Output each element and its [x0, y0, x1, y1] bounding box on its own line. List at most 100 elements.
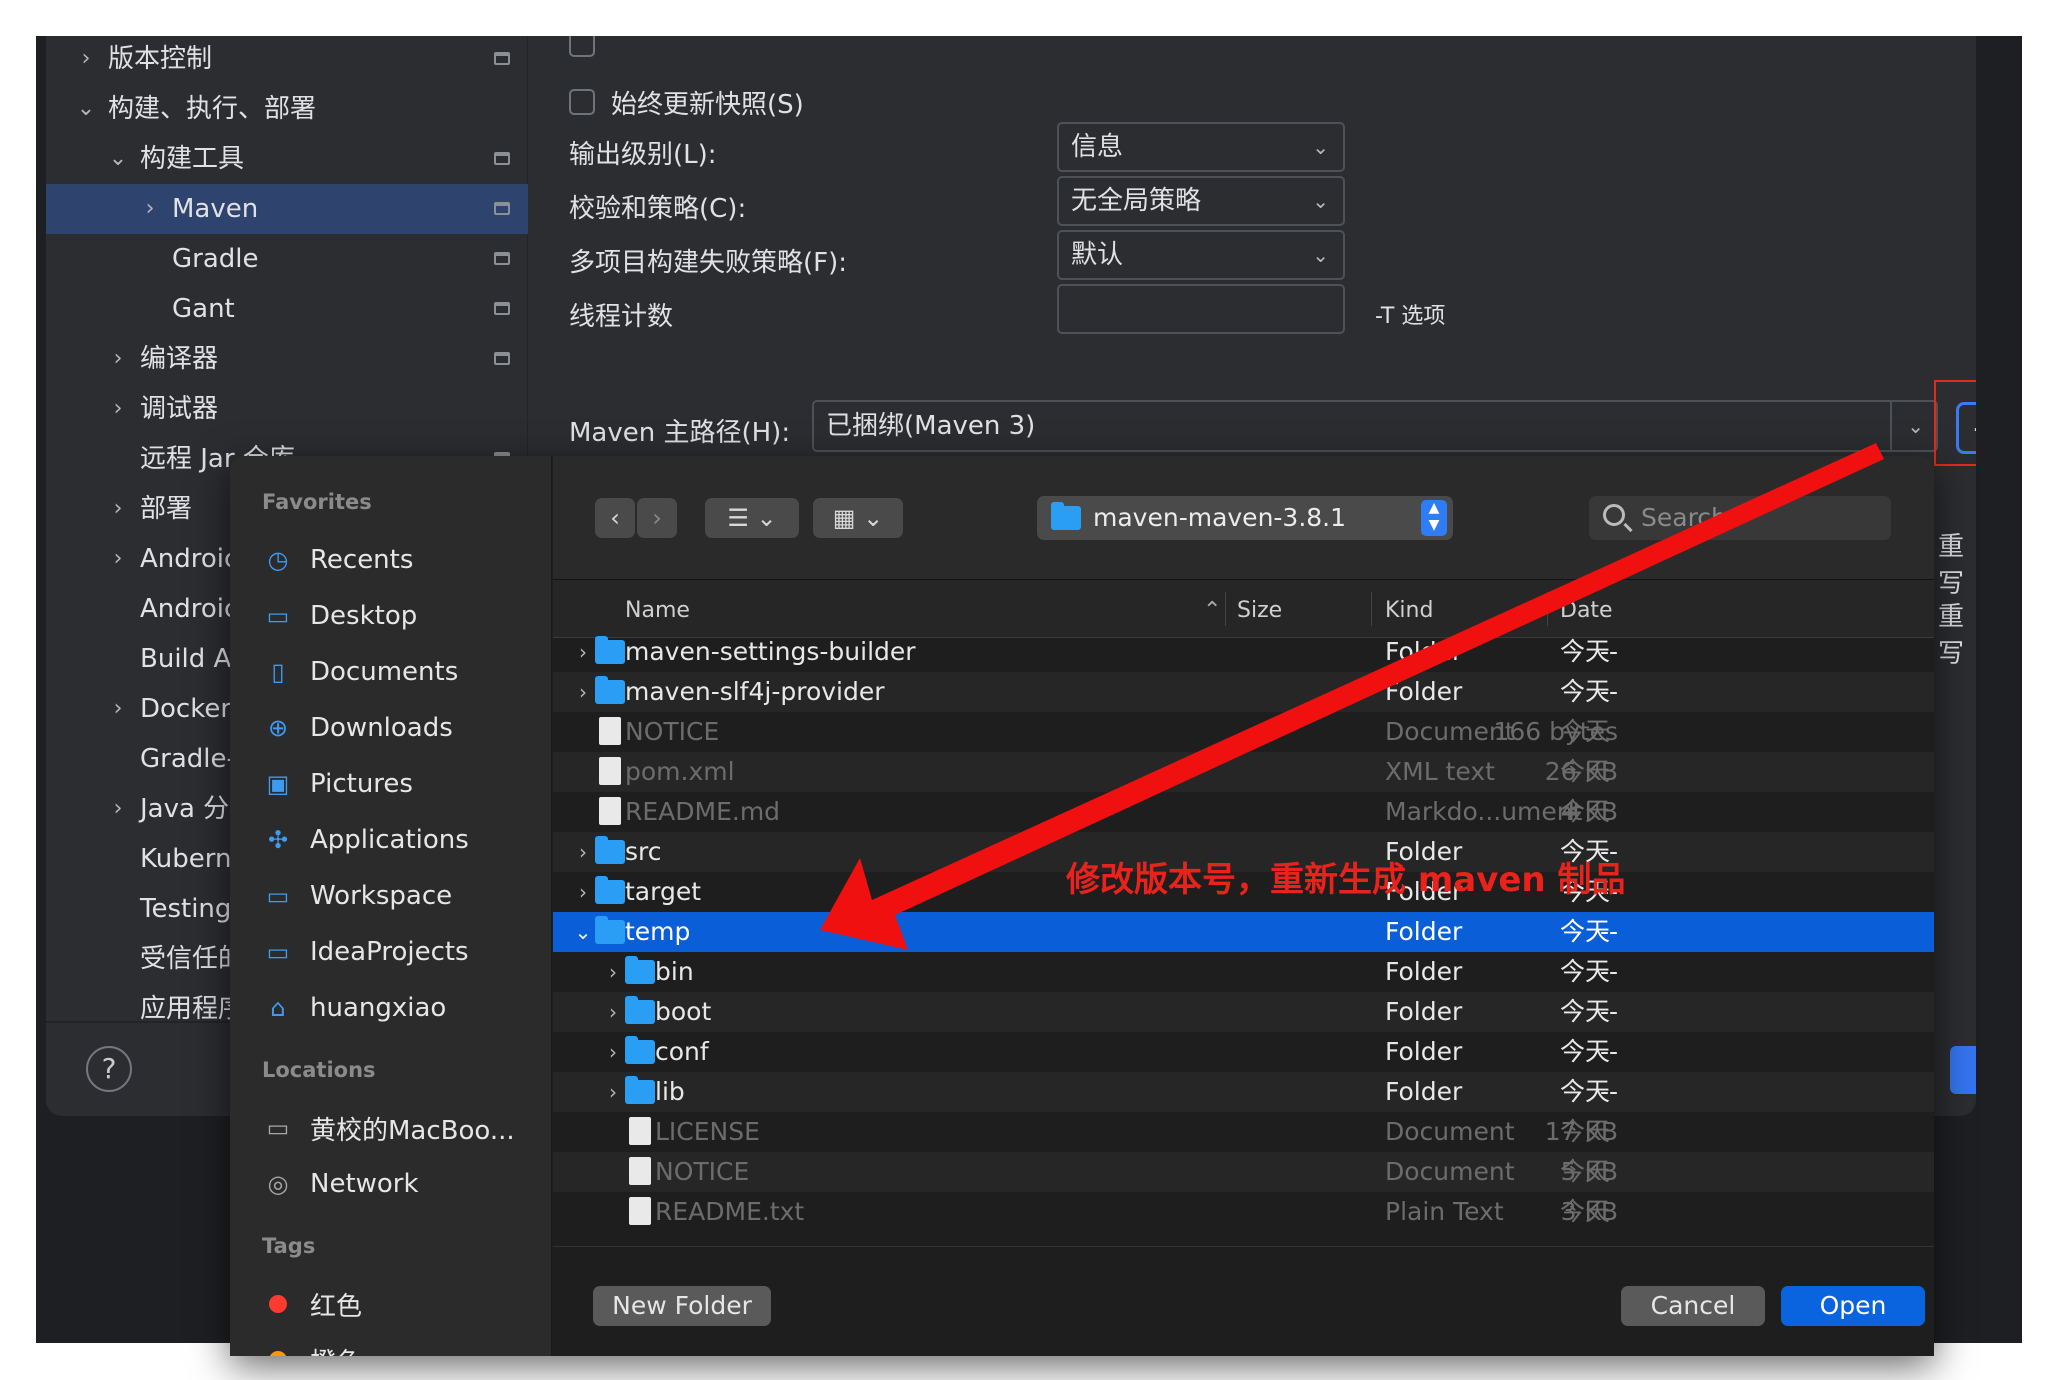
- file-name: NOTICE: [625, 717, 720, 746]
- thread-count-input[interactable]: [1057, 284, 1345, 334]
- column-kind[interactable]: Kind: [1385, 598, 1433, 623]
- disclosure-right-icon[interactable]: ›: [601, 952, 625, 992]
- chevron-right-icon[interactable]: ›: [76, 36, 96, 84]
- chevron-right-icon[interactable]: ›: [108, 334, 128, 384]
- document-icon: [625, 1197, 651, 1225]
- disclosure-right-icon[interactable]: ›: [571, 872, 595, 912]
- output-level-select[interactable]: 信息 ⌄: [1057, 122, 1345, 172]
- sidebar-item-pictures[interactable]: ▣ Pictures: [262, 756, 413, 812]
- cancel-button[interactable]: Cancel: [1621, 1286, 1765, 1326]
- forward-button[interactable]: ›: [637, 498, 677, 538]
- file-row[interactable]: LICENSE 17 KB Document 今天: [553, 1112, 1934, 1152]
- ok-button-partial[interactable]: [1950, 1046, 1976, 1094]
- disclosure-right-icon[interactable]: ›: [571, 832, 595, 872]
- tree-item[interactable]: ⌄ 构建、执行、部署: [46, 84, 528, 134]
- home-icon: ⌂: [270, 994, 286, 1022]
- file-row[interactable]: NOTICE 5 KB Document 今天: [553, 1152, 1934, 1192]
- sidebar-location-item[interactable]: ◎ Network: [262, 1156, 419, 1212]
- column-name[interactable]: Name: [625, 598, 690, 623]
- finder-sidebar: Favorites ◷ Recents ▭ Desktop ▯ Documents ⊕ Dow…: [230, 456, 552, 1356]
- search-field[interactable]: Search: [1589, 496, 1891, 540]
- sidebar-item-label: 红色: [310, 1291, 363, 1322]
- checksum-policy-select[interactable]: 无全局策略 ⌄: [1057, 176, 1345, 226]
- sidebar-item-applications[interactable]: ✣ Applications: [262, 812, 469, 868]
- tree-item-label: Gradle: [172, 244, 259, 274]
- chevron-right-icon[interactable]: ›: [108, 534, 128, 584]
- checkbox[interactable]: [569, 36, 595, 57]
- sidebar-item-desktop[interactable]: ▭ Desktop: [262, 588, 418, 644]
- tree-item-label: 调试器: [140, 394, 219, 424]
- tree-item-label: Testing: [140, 894, 232, 924]
- disclosure-right-icon[interactable]: ›: [601, 1072, 625, 1112]
- file-row[interactable]: › maven-slf4j-provider -- Folder 今天: [553, 672, 1934, 712]
- file-row[interactable]: NOTICE 166 bytes Document 今天: [553, 712, 1934, 752]
- file-row[interactable]: › bin -- Folder 今天: [553, 952, 1934, 992]
- checkbox-row-partial[interactable]: [569, 36, 611, 64]
- maven-home-select[interactable]: 已捆绑(Maven 3) ⌄: [812, 400, 1938, 452]
- sidebar-item-documents[interactable]: ▯ Documents: [262, 644, 458, 700]
- tree-item[interactable]: › Maven: [46, 184, 528, 234]
- list-view-button[interactable]: ☰ ⌄: [705, 498, 799, 538]
- chevron-right-icon[interactable]: ›: [108, 384, 128, 434]
- sidebar-item-ideaprojects[interactable]: ▭ IdeaProjects: [262, 924, 469, 980]
- column-date[interactable]: Date: [1560, 598, 1613, 623]
- chevron-down-icon: ⌄: [1312, 189, 1329, 213]
- disclosure-right-icon[interactable]: ›: [601, 992, 625, 1032]
- tree-item-label: Java 分: [140, 794, 230, 824]
- back-button[interactable]: ‹: [595, 498, 635, 538]
- disclosure-down-icon[interactable]: ⌄: [571, 912, 595, 952]
- file-row[interactable]: pom.xml 26 KB XML text 今天: [553, 752, 1934, 792]
- file-date: 今天: [1560, 1117, 1611, 1146]
- disclosure-right-icon[interactable]: ›: [601, 1032, 625, 1072]
- open-button[interactable]: Open: [1781, 1286, 1925, 1326]
- file-date: 今天: [1560, 1197, 1611, 1226]
- new-folder-button[interactable]: New Folder: [593, 1286, 771, 1326]
- chevron-down-icon[interactable]: ⌄: [108, 134, 128, 184]
- always-update-snapshots-row[interactable]: 始终更新快照(S): [569, 82, 804, 122]
- sidebar-tag-item[interactable]: 红色: [262, 1276, 362, 1332]
- sidebar-item-label: Documents: [310, 657, 459, 687]
- file-row[interactable]: › maven-settings-builder -- Folder 今天: [553, 632, 1934, 672]
- sidebar-item-recents[interactable]: ◷ Recents: [262, 532, 414, 588]
- disclosure-right-icon[interactable]: ›: [571, 632, 595, 672]
- file-name: temp: [625, 917, 691, 946]
- grid-view-button[interactable]: ▦ ⌄: [813, 498, 903, 538]
- sidebar-item-downloads[interactable]: ⊕ Downloads: [262, 700, 453, 756]
- tree-item[interactable]: › 版本控制: [46, 36, 528, 84]
- sidebar-item-workspace[interactable]: ▭ Workspace: [262, 868, 452, 924]
- file-row[interactable]: ⌄ temp -- Folder 今天: [553, 912, 1934, 952]
- chevron-right-icon[interactable]: ›: [108, 684, 128, 734]
- chevron-right-icon[interactable]: ›: [140, 184, 160, 234]
- column-divider: [1371, 592, 1372, 626]
- tree-item[interactable]: ⌄ 构建工具: [46, 134, 528, 184]
- tree-item[interactable]: Gradle: [46, 234, 528, 284]
- multiproject-fail-policy-select[interactable]: 默认 ⌄: [1057, 230, 1345, 280]
- tree-item-label: 受信任的: [140, 944, 245, 974]
- tree-item[interactable]: Gant: [46, 284, 528, 334]
- file-row[interactable]: › boot -- Folder 今天: [553, 992, 1934, 1032]
- stepper-icon: ▲ ▼: [1421, 500, 1447, 536]
- sidebar-item-huangxiao[interactable]: ⌂ huangxiao: [262, 980, 446, 1036]
- column-size[interactable]: Size: [1237, 598, 1282, 623]
- path-popup[interactable]: maven-maven-3.8.1 ▲ ▼: [1037, 496, 1453, 540]
- file-row[interactable]: README.txt 3 KB Plain Text 今天: [553, 1192, 1934, 1232]
- tag-color-dot: [269, 1295, 287, 1313]
- chevron-right-icon[interactable]: ›: [108, 484, 128, 534]
- tree-item[interactable]: › 编译器: [46, 334, 528, 384]
- file-date: 今天: [1560, 677, 1611, 706]
- chevron-down-icon[interactable]: ⌄: [76, 84, 96, 134]
- disclosure-right-icon[interactable]: ›: [571, 672, 595, 712]
- always-update-snapshots-checkbox[interactable]: [569, 89, 595, 115]
- document-icon: ▯: [271, 658, 285, 686]
- desktop-icon: ▭: [266, 602, 290, 630]
- file-row[interactable]: › conf -- Folder 今天: [553, 1032, 1934, 1072]
- file-row[interactable]: README.md 4 KB Markdo...ument 今天: [553, 792, 1934, 832]
- tree-item[interactable]: › 调试器: [46, 384, 528, 434]
- help-button[interactable]: ?: [86, 1046, 132, 1092]
- project-page-icon: [494, 202, 510, 215]
- sidebar-tag-item[interactable]: 橙色: [262, 1332, 362, 1356]
- file-row[interactable]: › lib -- Folder 今天: [553, 1072, 1934, 1112]
- sidebar-location-item[interactable]: ▭ 黄校的MacBoo...: [262, 1100, 515, 1156]
- file-name: maven-slf4j-provider: [625, 677, 885, 706]
- chevron-right-icon[interactable]: ›: [108, 784, 128, 834]
